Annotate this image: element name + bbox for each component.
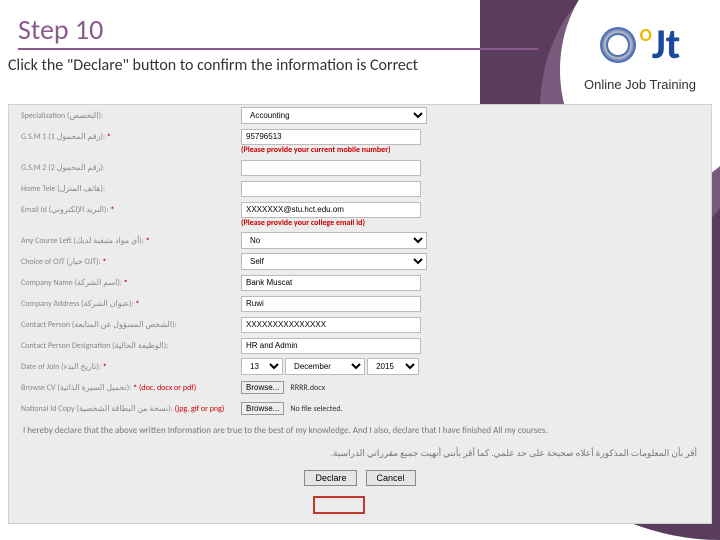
row-gsm2: G.S.M 2 (رقم المحمول 2):: [9, 157, 711, 178]
row-company-name: Company Name (اسم الشركة): *: [9, 272, 711, 293]
required-mark: *: [124, 278, 128, 288]
label-contact-person: Contact Person (الشخص المسؤول عن المتابع…: [21, 320, 241, 330]
required-mark: *: [103, 362, 107, 372]
slide-subtitle: Click the "Declare" button to confirm th…: [8, 56, 508, 75]
row-choice: Choice of OJT (خيار OJT): * Self: [9, 251, 711, 272]
row-gsm1: G.S.M 1 (رقم المحمول 1): *: [9, 126, 711, 147]
specialization-select[interactable]: Accounting: [241, 107, 427, 124]
label-gsm2: G.S.M 2 (رقم المحمول 2):: [21, 163, 241, 173]
row-cv: Browse CV (تحميل السيرة الذاتية): * (doc…: [9, 377, 711, 398]
row-course-left: Any Course Left (أي مواد متبقية لديك): *…: [9, 230, 711, 251]
email-hint: (Please provide your college email id): [9, 218, 711, 228]
doj-year-select[interactable]: 2015: [367, 358, 419, 375]
choice-select[interactable]: Self: [241, 253, 427, 270]
label-email: Email Id (البريد الإلكتروني):: [21, 205, 109, 215]
cv-file-name: RRRR.docx: [290, 383, 325, 393]
logo-text-icon: OJt: [640, 28, 681, 62]
email-input[interactable]: [241, 202, 421, 218]
cancel-button[interactable]: Cancel: [366, 470, 416, 486]
required-mark: *: [107, 132, 111, 142]
required-mark: *: [136, 299, 140, 309]
declaration-en: I hereby declare that the above written …: [9, 419, 711, 444]
slide-title: Step 10: [18, 12, 538, 50]
required-mark: *: [103, 257, 107, 267]
row-home-tele: Home Tele (هاتف المنزل):: [9, 178, 711, 199]
label-doj: Date of Join (تاريخ البدء):: [21, 362, 101, 372]
row-doj: Date of Join (تاريخ البدء): * 13 Decembe…: [9, 356, 711, 377]
doj-month-select[interactable]: December: [285, 358, 365, 375]
nid-file-name: No file selected.: [290, 404, 342, 414]
declare-highlight-box: [313, 496, 365, 514]
button-row: Declare Cancel: [9, 464, 711, 492]
label-company-addr: Company Address (عنوان الشركة):: [21, 299, 134, 309]
required-mark: *: [133, 383, 137, 393]
company-name-input[interactable]: [241, 275, 421, 291]
brand-name: Online Job Training: [580, 77, 700, 92]
gsm1-hint: (Please provide your current mobile numb…: [9, 145, 711, 155]
nid-hint: (jpg, gif or png): [175, 404, 225, 414]
contact-desig-input[interactable]: [241, 338, 421, 354]
label-gsm1: G.S.M 1 (رقم المحمول 1):: [21, 132, 105, 142]
brand-logo: OJt Online Job Training: [580, 15, 700, 92]
declare-button[interactable]: Declare: [304, 470, 357, 486]
registration-form: Specialization (التخصص): Accounting G.S.…: [8, 104, 712, 524]
gsm2-input[interactable]: [241, 160, 421, 176]
required-mark: *: [146, 236, 150, 246]
label-contact-desig: Contact Person Designation (الوظيفة الحا…: [21, 341, 241, 351]
gsm1-input[interactable]: [241, 129, 421, 145]
row-contact-person: Contact Person (الشخص المسؤول عن المتابع…: [9, 314, 711, 335]
row-email: Email Id (البريد الإلكتروني): *: [9, 199, 711, 220]
label-company-name: Company Name (اسم الشركة):: [21, 278, 122, 288]
label-cv: Browse CV (تحميل السيرة الذاتية):: [21, 383, 131, 393]
home-tele-input[interactable]: [241, 181, 421, 197]
course-left-select[interactable]: No: [241, 232, 427, 249]
row-nid: National Id Copy (نسخة من البطاقة الشخصي…: [9, 398, 711, 419]
required-mark: *: [110, 205, 114, 215]
label-course-left: Any Course Left (أي مواد متبقية لديك):: [21, 236, 144, 246]
label-nid: National Id Copy (نسخة من البطاقة الشخصي…: [21, 404, 173, 414]
label-choice: Choice of OJT (خيار OJT):: [21, 257, 101, 267]
nid-browse-button[interactable]: Browse...: [241, 402, 284, 415]
row-specialization: Specialization (التخصص): Accounting: [9, 105, 711, 126]
cv-browse-button[interactable]: Browse...: [241, 381, 284, 394]
gear-icon: [600, 27, 636, 63]
cv-hint: (doc, docx or pdf): [139, 383, 196, 393]
row-company-addr: Company Address (عنوان الشركة): *: [9, 293, 711, 314]
row-contact-desig: Contact Person Designation (الوظيفة الحا…: [9, 335, 711, 356]
company-addr-input[interactable]: [241, 296, 421, 312]
declaration-ar: أقر بأن المعلومات المذكورة أعلاه صحيحة ع…: [9, 444, 711, 465]
label-home-tele: Home Tele (هاتف المنزل):: [21, 184, 241, 194]
doj-day-select[interactable]: 13: [241, 358, 283, 375]
contact-person-input[interactable]: [241, 317, 421, 333]
label-specialization: Specialization (التخصص):: [21, 111, 241, 121]
